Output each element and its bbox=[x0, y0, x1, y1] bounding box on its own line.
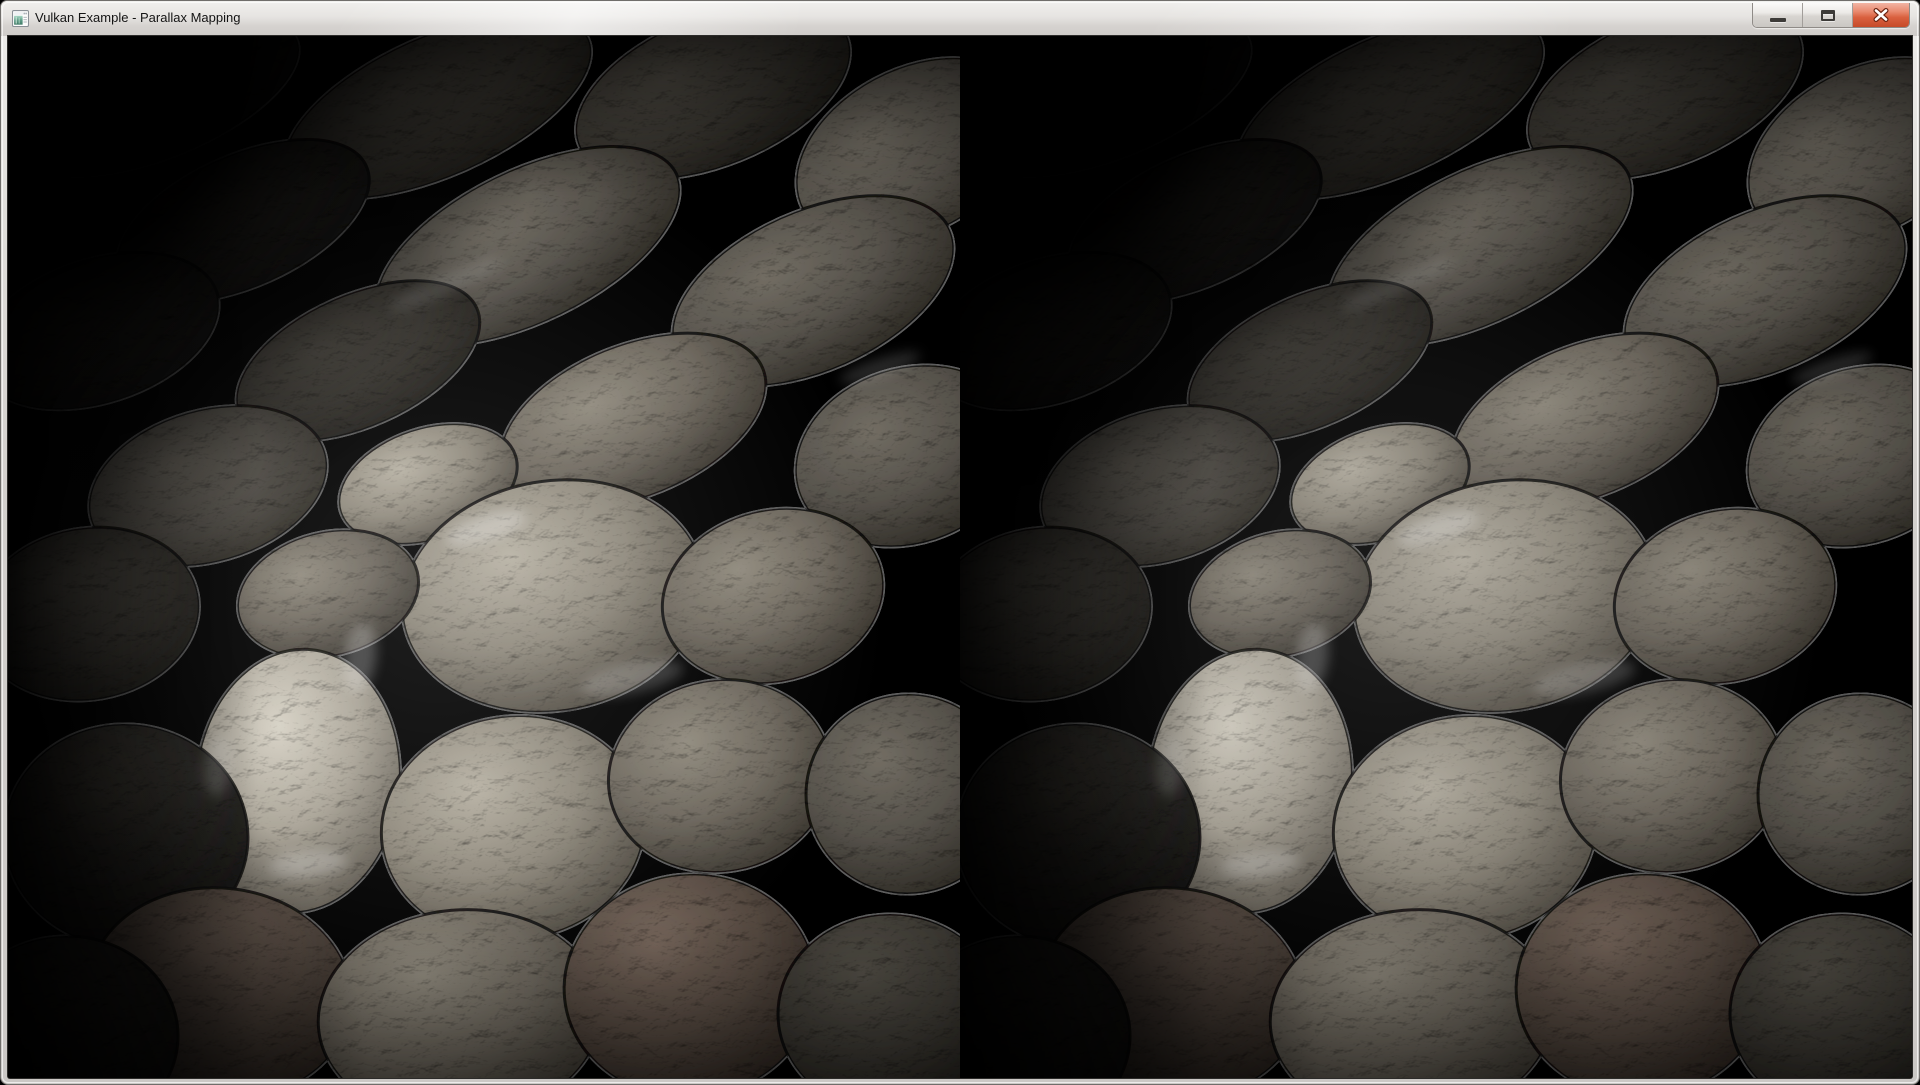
window-title: Vulkan Example - Parallax Mapping bbox=[35, 1, 240, 35]
close-button[interactable] bbox=[1853, 3, 1909, 27]
titlebar[interactable]: Vulkan Example - Parallax Mapping bbox=[1, 1, 1919, 36]
render-view-left[interactable] bbox=[8, 36, 960, 1078]
close-icon bbox=[1872, 8, 1890, 22]
stone-wall-render-left bbox=[8, 36, 960, 1078]
render-area bbox=[8, 36, 1912, 1078]
application-window-icon[interactable] bbox=[12, 10, 29, 27]
titlebar-sheen bbox=[1, 1, 1919, 36]
minimize-icon bbox=[1770, 18, 1786, 22]
window-controls bbox=[1752, 3, 1910, 28]
minimize-button[interactable] bbox=[1753, 3, 1803, 27]
render-view-right[interactable] bbox=[960, 36, 1912, 1078]
maximize-button[interactable] bbox=[1803, 3, 1853, 27]
app-window: Vulkan Example - Parallax Mapping bbox=[0, 0, 1920, 1085]
maximize-icon bbox=[1821, 10, 1835, 21]
stone-wall-render-right bbox=[960, 36, 1912, 1078]
